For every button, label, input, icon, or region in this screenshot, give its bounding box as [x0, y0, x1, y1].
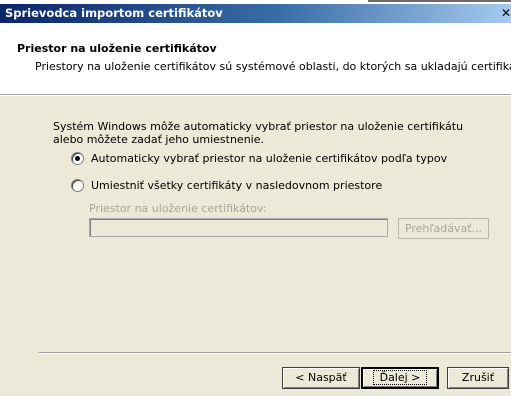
close-icon[interactable]: ✕ — [501, 5, 511, 21]
next-button[interactable]: Ďalej > — [361, 367, 439, 389]
description-text: Systém Windows môže automaticky vybrať p… — [53, 120, 464, 146]
footer-separator — [39, 352, 511, 354]
store-input — [89, 218, 388, 237]
cancel-button-label: Zrušiť — [461, 371, 495, 384]
back-button[interactable]: < Naspäť — [282, 367, 360, 389]
title-bar[interactable]: Sprievodca importom certifikátov ✕ — [0, 4, 511, 23]
manual-select-label[interactable]: Umiestniť všetky certifikáty v nasledovn… — [91, 179, 382, 192]
auto-select-option[interactable]: Automaticky vybrať priestor na uloženie … — [71, 150, 447, 166]
page-title: Priestor na uloženie certifikátov — [17, 42, 217, 55]
page-subtitle: Priestory na uloženie certifikátov sú sy… — [35, 60, 511, 73]
manual-select-radio[interactable] — [71, 178, 84, 192]
store-field-label: Priestor na uloženie certifikátov: — [89, 202, 267, 215]
auto-select-label[interactable]: Automaticky vybrať priestor na uloženie … — [91, 152, 447, 165]
back-button-label: < Naspäť — [295, 371, 347, 384]
manual-select-option[interactable]: Umiestniť všetky certifikáty v nasledovn… — [71, 177, 382, 193]
wizard-header: Priestor na uloženie certifikátov Priest… — [0, 23, 511, 94]
auto-select-radio[interactable] — [71, 151, 84, 165]
window-title: Sprievodca importom certifikátov — [5, 6, 223, 20]
cancel-button[interactable]: Zrušiť — [447, 367, 509, 389]
top-edge — [368, 0, 511, 2]
browse-button: Prehľadávať... — [398, 218, 489, 239]
next-button-label: Ďalej > — [372, 370, 428, 385]
